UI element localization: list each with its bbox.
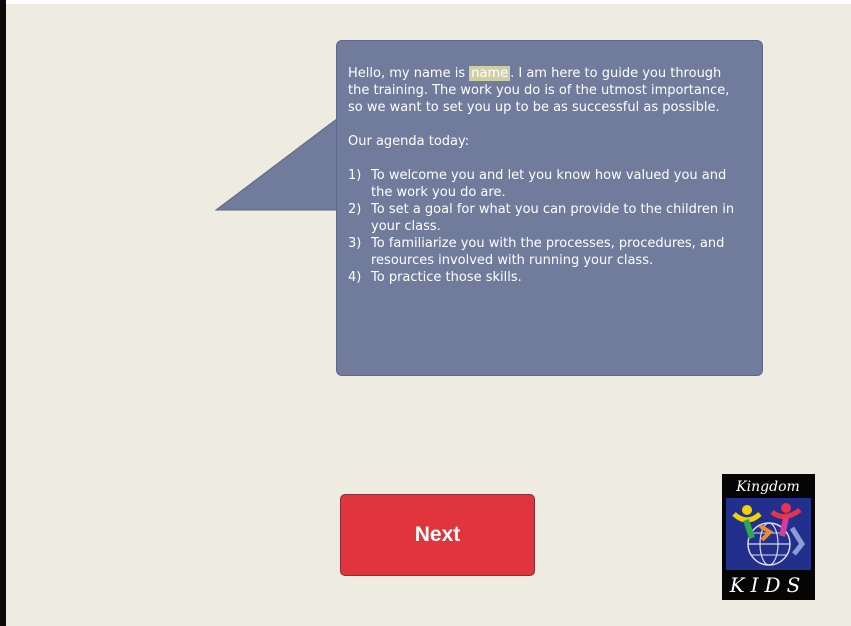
agenda-item: 1) To welcome you and let you know how va…	[348, 168, 727, 200]
kingdom-kids-logo: Kingdom KIDS	[722, 474, 815, 600]
agenda-item: 4) To practice those skills.	[348, 270, 522, 285]
logo-top-text: Kingdom	[735, 479, 800, 495]
agenda-item: 2) To set a goal for what you can provide…	[348, 202, 735, 234]
greeting-text: Hello, my name is name. I am here to gui…	[348, 66, 730, 115]
name-placeholder: name	[469, 66, 511, 81]
agenda-item: 3) To familiarize you with the processes,…	[348, 236, 725, 268]
speech-bubble: Hello, my name is name. I am here to gui…	[336, 40, 763, 376]
agenda-heading: Our agenda today:	[348, 134, 470, 149]
agenda-list: 1) To welcome you and let you know how va…	[348, 167, 740, 286]
logo-bottom-text: KIDS	[729, 573, 807, 597]
next-button[interactable]: Next	[340, 494, 535, 576]
